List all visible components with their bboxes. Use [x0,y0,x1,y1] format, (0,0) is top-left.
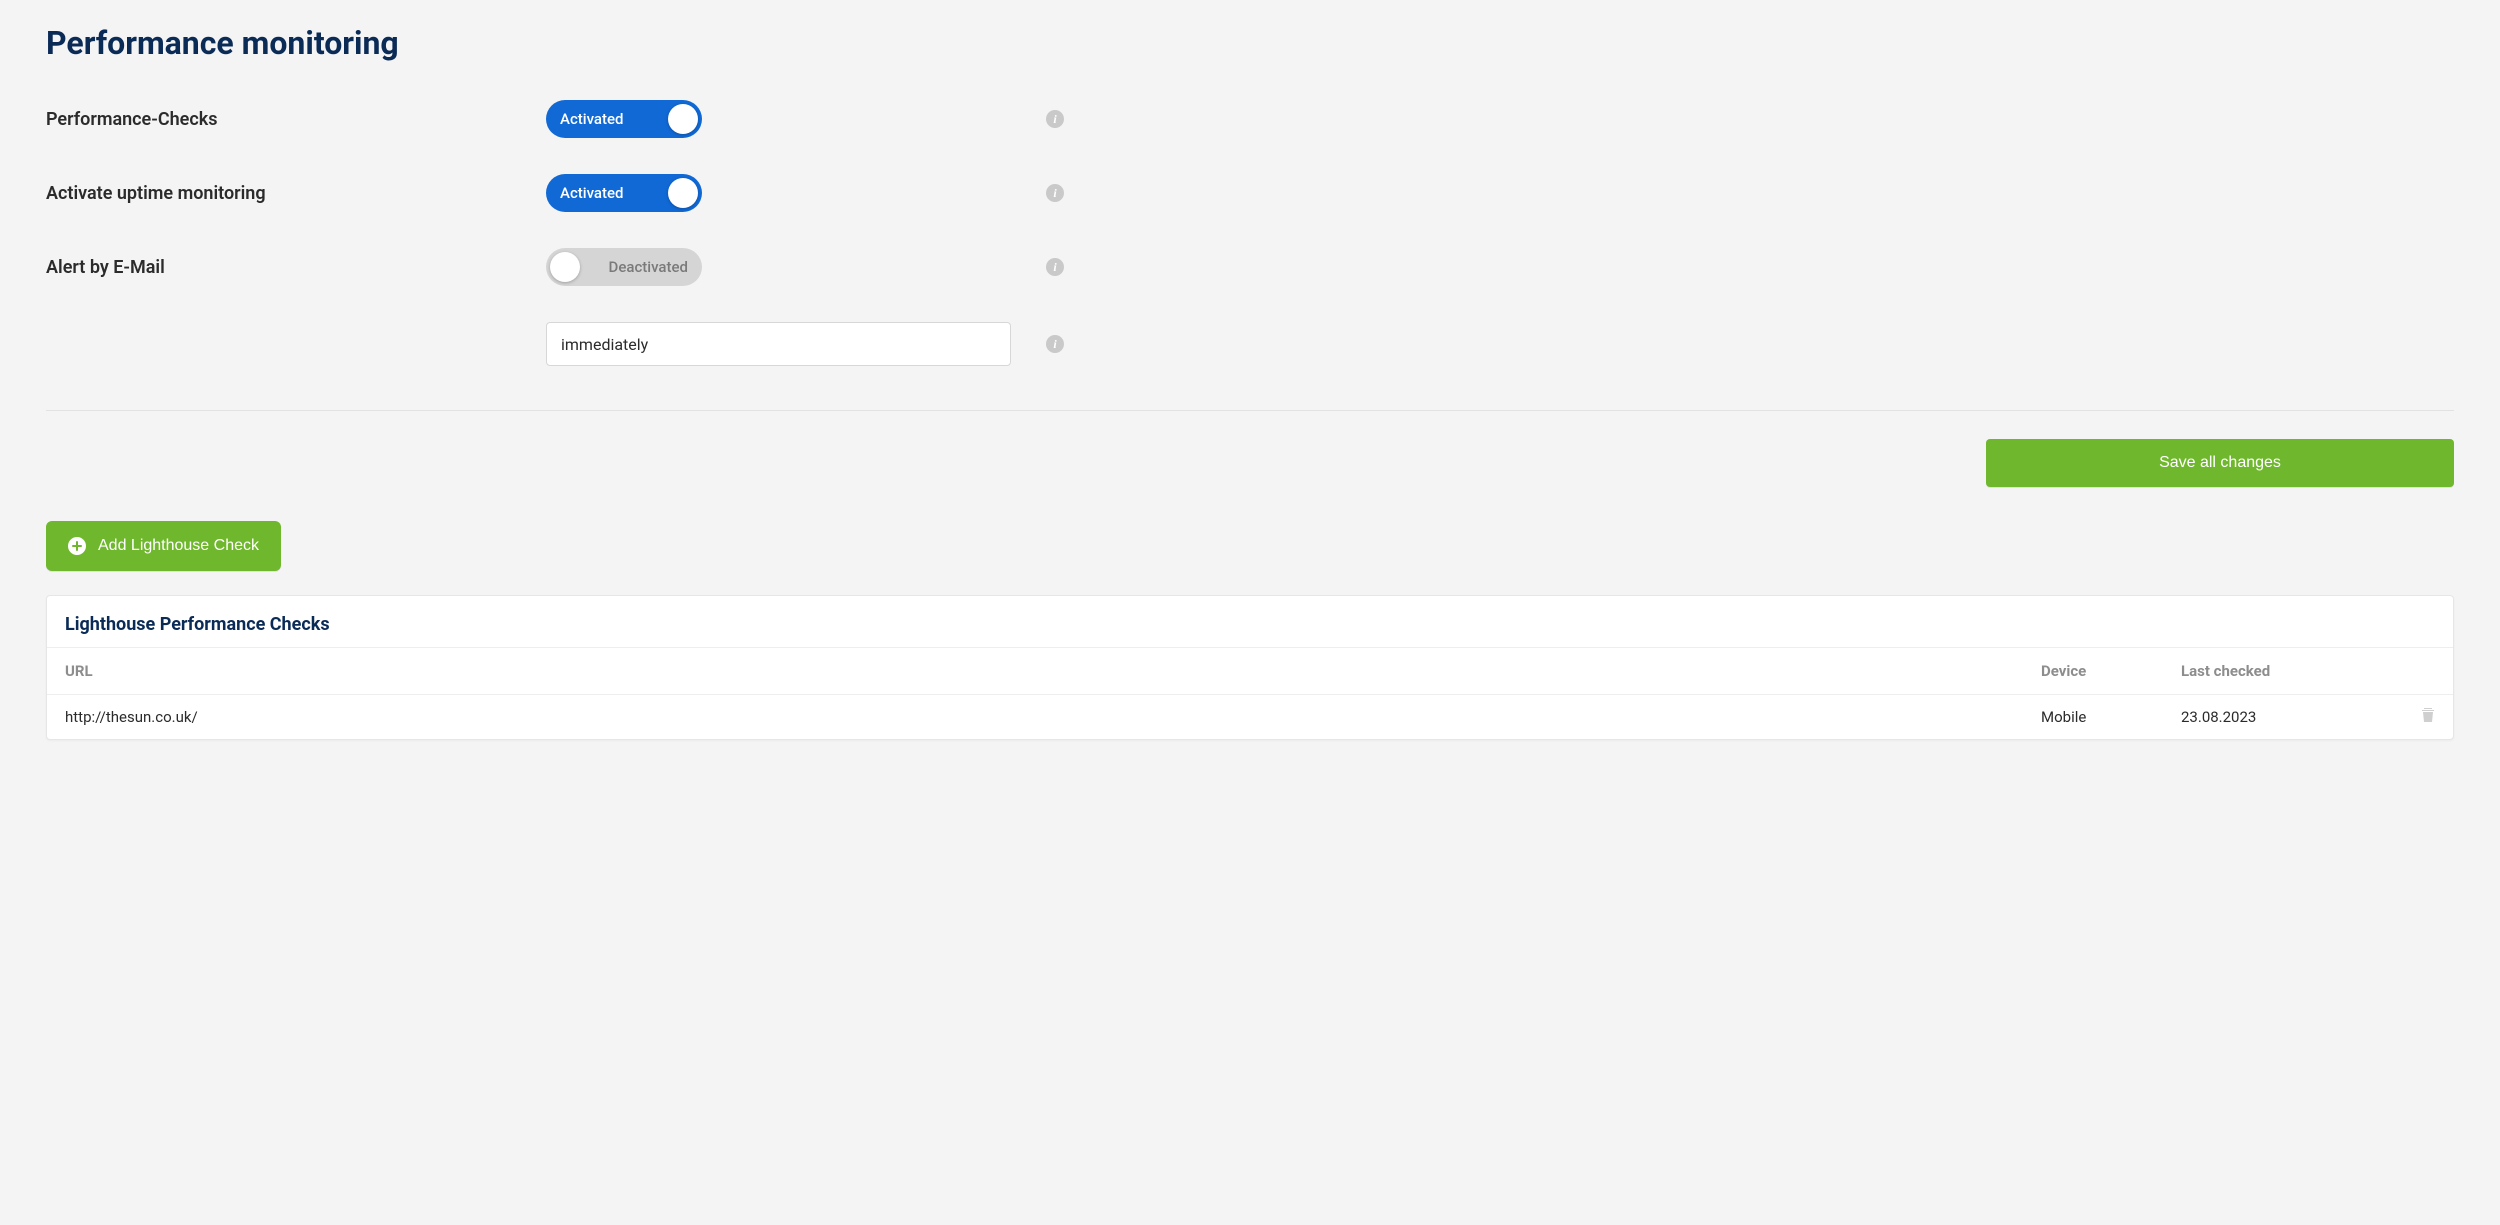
lighthouse-checks-card: Lighthouse Performance Checks URL Device… [46,595,2454,740]
col-header-url: URL [47,648,2023,695]
page-title: Performance monitoring [46,24,2454,62]
plus-circle-icon [68,537,86,555]
table-row: http://thesun.co.uk/ Mobile 23.08.2023 [47,695,2453,740]
uptime-monitoring-label: Activate uptime monitoring [46,183,546,204]
alert-interval-value: immediately [561,335,648,354]
save-button[interactable]: Save all changes [1986,439,2454,487]
toggle-knob [668,178,698,208]
uptime-monitoring-toggle-label: Activated [560,184,624,202]
delete-row-button[interactable] [2421,707,2435,723]
info-icon[interactable]: i [1046,184,1064,202]
info-icon[interactable]: i [1046,110,1064,128]
toggle-knob [668,104,698,134]
toggle-knob [550,252,580,282]
alert-interval-select[interactable]: immediately [546,322,1011,366]
trash-icon [2421,707,2435,723]
add-lighthouse-check-label: Add Lighthouse Check [98,537,259,555]
lighthouse-checks-table: URL Device Last checked http://thesun.co… [47,648,2453,739]
performance-checks-toggle[interactable]: Activated [546,100,702,138]
cell-url: http://thesun.co.uk/ [47,695,2023,740]
performance-checks-label: Performance-Checks [46,109,546,130]
col-header-last-checked: Last checked [2163,648,2403,695]
uptime-monitoring-toggle[interactable]: Activated [546,174,702,212]
alert-email-toggle[interactable]: Deactivated [546,248,702,286]
info-icon[interactable]: i [1046,335,1064,353]
cell-device: Mobile [2023,695,2163,740]
col-header-device: Device [2023,648,2163,695]
col-header-actions [2403,648,2453,695]
lighthouse-checks-title: Lighthouse Performance Checks [47,596,2453,648]
alert-email-label: Alert by E-Mail [46,257,546,278]
performance-checks-toggle-label: Activated [560,110,624,128]
alert-email-toggle-label: Deactivated [609,258,688,276]
info-icon[interactable]: i [1046,258,1064,276]
add-lighthouse-check-button[interactable]: Add Lighthouse Check [46,521,281,571]
divider [46,410,2454,411]
cell-last-checked: 23.08.2023 [2163,695,2403,740]
